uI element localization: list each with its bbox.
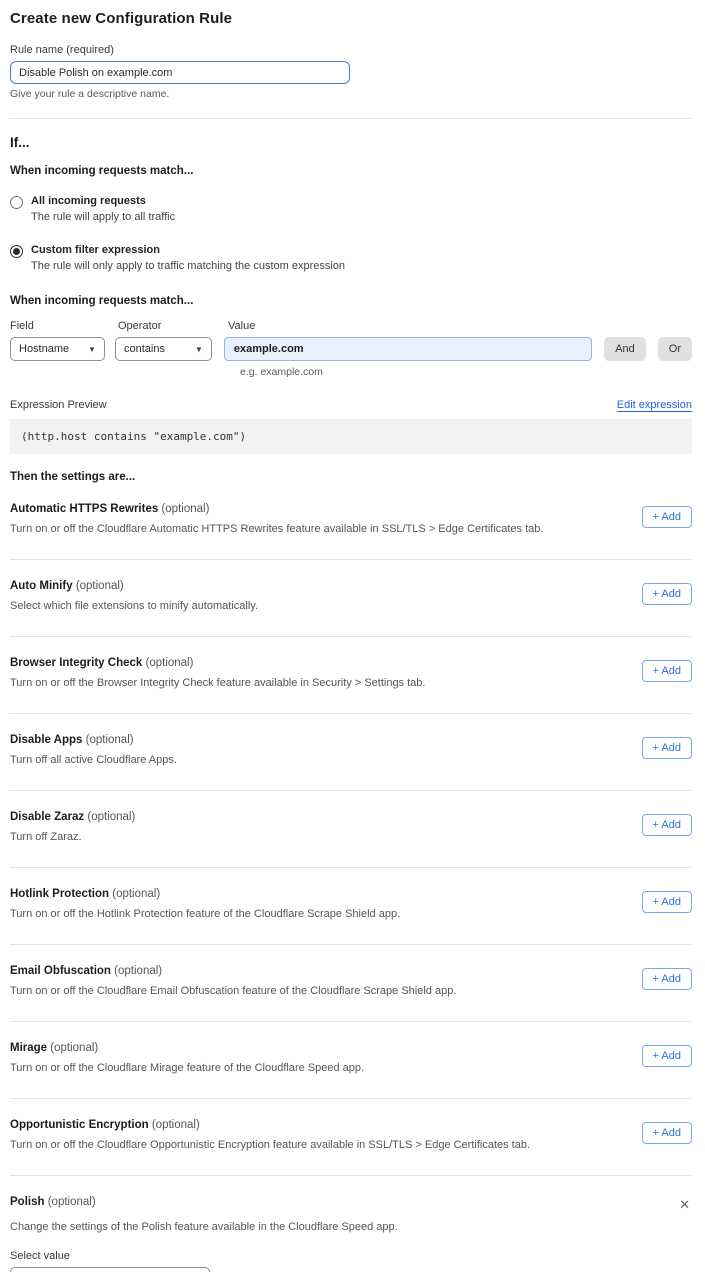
add-button[interactable]: + Add [642, 1122, 692, 1144]
setting-optional-tag: (optional) [48, 1196, 96, 1208]
setting-name: Browser Integrity Check [10, 657, 142, 669]
setting-optional-tag: (optional) [76, 580, 124, 592]
setting-title: Automatic HTTPS Rewrites (optional) [10, 503, 622, 515]
setting-row-opportunistic-encryption: Opportunistic Encryption (optional) Turn… [10, 1099, 692, 1151]
setting-description: Turn on or off the Hotlink Protection fe… [10, 908, 622, 920]
create-configuration-rule-form: Create new Configuration Rule Rule name … [0, 0, 705, 1272]
add-button[interactable]: + Add [642, 583, 692, 605]
setting-name: Disable Apps [10, 734, 82, 746]
setting-row-browser-integrity-check: Browser Integrity Check (optional) Turn … [10, 637, 692, 689]
radio-selected-icon[interactable] [10, 245, 23, 258]
setting-name: Auto Minify [10, 580, 73, 592]
if-heading: If... [10, 135, 692, 150]
setting-name: Polish [10, 1196, 45, 1208]
page-title: Create new Configuration Rule [10, 10, 692, 27]
expression-builder-heading: When incoming requests match... [10, 295, 692, 307]
setting-title: Opportunistic Encryption (optional) [10, 1119, 622, 1131]
setting-row-hotlink-protection: Hotlink Protection (optional) Turn on or… [10, 868, 692, 920]
setting-row-mirage: Mirage (optional) Turn on or off the Clo… [10, 1022, 692, 1074]
field-select-value: Hostname [19, 343, 69, 355]
radio-label: Custom filter expression [31, 244, 345, 256]
operator-select[interactable]: contains ▼ [115, 337, 212, 361]
add-button[interactable]: + Add [642, 891, 692, 913]
incoming-requests-heading: When incoming requests match... [10, 165, 692, 177]
value-help: e.g. example.com [240, 366, 692, 378]
setting-name: Mirage [10, 1042, 47, 1054]
setting-description: Turn on or off the Browser Integrity Che… [10, 677, 622, 689]
setting-description: Change the settings of the Polish featur… [10, 1221, 692, 1233]
setting-optional-tag: (optional) [86, 734, 134, 746]
value-input[interactable] [224, 337, 592, 361]
setting-title: Disable Zaraz (optional) [10, 811, 622, 823]
and-button[interactable]: And [604, 337, 646, 361]
setting-description: Select which file extensions to minify a… [10, 600, 622, 612]
setting-title: Polish (optional) [10, 1196, 96, 1208]
edit-expression-link[interactable]: Edit expression [617, 399, 692, 412]
expression-preview-code: (http.host contains "example.com") [10, 419, 692, 454]
add-button[interactable]: + Add [642, 506, 692, 528]
setting-description: Turn off all active Cloudflare Apps. [10, 754, 622, 766]
radio-custom-filter-expression[interactable]: Custom filter expression The rule will o… [10, 244, 692, 272]
setting-title: Email Obfuscation (optional) [10, 965, 622, 977]
setting-name: Automatic HTTPS Rewrites [10, 503, 158, 515]
setting-row-automatic-https-rewrites: Automatic HTTPS Rewrites (optional) Turn… [10, 483, 692, 535]
radio-label: All incoming requests [31, 195, 175, 207]
setting-title: Browser Integrity Check (optional) [10, 657, 622, 669]
setting-title: Mirage (optional) [10, 1042, 622, 1054]
setting-optional-tag: (optional) [50, 1042, 98, 1054]
radio-unselected-icon[interactable] [10, 196, 23, 209]
value-label: Value [228, 320, 255, 332]
setting-description: Turn off Zaraz. [10, 831, 622, 843]
setting-row-disable-apps: Disable Apps (optional) Turn off all act… [10, 714, 692, 766]
radio-all-incoming-requests[interactable]: All incoming requests The rule will appl… [10, 195, 692, 223]
add-button[interactable]: + Add [642, 1045, 692, 1067]
polish-value-select[interactable]: Off ▼ [10, 1267, 210, 1272]
setting-optional-tag: (optional) [87, 811, 135, 823]
operator-label: Operator [118, 320, 228, 332]
field-select[interactable]: Hostname ▼ [10, 337, 105, 361]
setting-name: Hotlink Protection [10, 888, 109, 900]
add-button[interactable]: + Add [642, 660, 692, 682]
setting-title: Auto Minify (optional) [10, 580, 622, 592]
then-settings-heading: Then the settings are... [10, 471, 692, 483]
setting-optional-tag: (optional) [146, 657, 194, 669]
field-label: Field [10, 320, 118, 332]
setting-description: Turn on or off the Cloudflare Opportunis… [10, 1139, 622, 1151]
expression-builder-row: Hostname ▼ contains ▼ And Or [10, 337, 692, 361]
rule-name-input[interactable] [10, 61, 350, 84]
setting-title: Hotlink Protection (optional) [10, 888, 622, 900]
chevron-down-icon: ▼ [195, 345, 203, 354]
setting-optional-tag: (optional) [161, 503, 209, 515]
select-value-label: Select value [10, 1250, 692, 1262]
setting-description: Turn on or off the Cloudflare Email Obfu… [10, 985, 622, 997]
add-button[interactable]: + Add [642, 968, 692, 990]
expression-preview-header: Expression Preview Edit expression [10, 399, 692, 412]
radio-description: The rule will only apply to traffic matc… [31, 260, 345, 272]
expression-builder-labels: Field Operator Value [10, 320, 692, 332]
setting-title: Disable Apps (optional) [10, 734, 622, 746]
add-button[interactable]: + Add [642, 737, 692, 759]
setting-row-auto-minify: Auto Minify (optional) Select which file… [10, 560, 692, 612]
setting-row-disable-zaraz: Disable Zaraz (optional) Turn off Zaraz.… [10, 791, 692, 843]
setting-name: Email Obfuscation [10, 965, 111, 977]
chevron-down-icon: ▼ [88, 345, 96, 354]
section-divider [10, 118, 692, 119]
setting-optional-tag: (optional) [114, 965, 162, 977]
rule-name-help: Give your rule a descriptive name. [10, 88, 692, 100]
close-icon[interactable]: ✕ [677, 1196, 692, 1213]
add-button[interactable]: + Add [642, 814, 692, 836]
operator-select-value: contains [124, 343, 165, 355]
or-button[interactable]: Or [658, 337, 692, 361]
setting-optional-tag: (optional) [152, 1119, 200, 1131]
rule-name-label: Rule name (required) [10, 44, 692, 56]
setting-optional-tag: (optional) [112, 888, 160, 900]
setting-name: Disable Zaraz [10, 811, 84, 823]
expression-preview-label: Expression Preview [10, 399, 107, 411]
setting-row-email-obfuscation: Email Obfuscation (optional) Turn on or … [10, 945, 692, 997]
setting-description: Turn on or off the Cloudflare Mirage fea… [10, 1062, 622, 1074]
setting-name: Opportunistic Encryption [10, 1119, 149, 1131]
radio-description: The rule will apply to all traffic [31, 211, 175, 223]
setting-description: Turn on or off the Cloudflare Automatic … [10, 523, 622, 535]
setting-row-polish: Polish (optional) ✕ Change the settings … [10, 1176, 692, 1272]
